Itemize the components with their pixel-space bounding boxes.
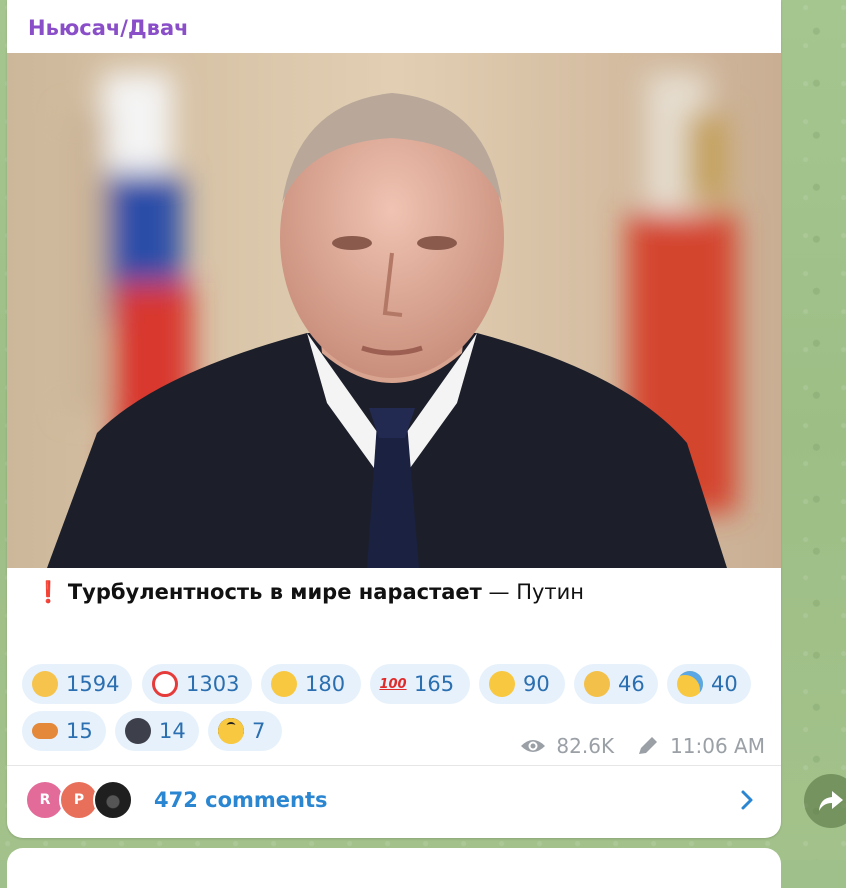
avatar-letter: R <box>39 792 51 808</box>
views-count: 82.6K <box>556 734 615 758</box>
reaction-thumbs-up[interactable]: 1594 <box>22 664 132 704</box>
reaction-crying[interactable]: 40 <box>667 664 751 704</box>
caption-headline: Турбулентность в мире нарастает <box>67 580 482 604</box>
eye-icon <box>521 740 546 752</box>
next-message-bubble <box>7 848 781 888</box>
reaction-clown[interactable]: 1303 <box>142 664 252 704</box>
reaction-count: 7 <box>252 719 266 743</box>
avatar <box>93 780 133 820</box>
avatar-letter: P <box>73 792 85 808</box>
sunglasses-face-icon <box>218 718 244 744</box>
comments-label[interactable]: 472 comments <box>154 788 328 812</box>
rofl-face-icon <box>484 666 520 702</box>
chevron-right-icon[interactable] <box>735 788 759 812</box>
reaction-new-moon[interactable]: 14 <box>115 711 199 751</box>
comments-row[interactable]: R P 472 comments <box>7 766 781 838</box>
post-time: 11:06 AM <box>670 734 765 758</box>
hot-dog-icon <box>32 723 58 739</box>
reaction-grinning[interactable]: 180 <box>261 664 361 704</box>
thumbs-up-icon <box>32 671 58 697</box>
reaction-count: 14 <box>159 719 186 743</box>
reaction-count: 90 <box>523 672 550 696</box>
reaction-count: 1594 <box>66 672 120 696</box>
reaction-count: 165 <box>414 672 455 696</box>
reaction-count: 180 <box>305 672 346 696</box>
caption-source: — Путин <box>481 580 585 604</box>
clown-face-icon <box>152 671 178 697</box>
hundred-points-icon: 100 <box>379 676 407 692</box>
message-bubble: Ньюсач/Двач ❗ Турбулентность в мире нара… <box>7 0 781 838</box>
reaction-count: 46 <box>618 672 645 696</box>
reaction-count: 15 <box>66 719 93 743</box>
share-arrow-icon <box>819 791 843 811</box>
pencil-icon <box>639 737 658 754</box>
crying-face-icon <box>677 671 703 697</box>
reaction-hundred[interactable]: 100 165 <box>370 664 470 704</box>
channel-name[interactable]: Ньюсач/Двач <box>28 16 189 40</box>
reaction-thinking[interactable]: 46 <box>574 664 658 704</box>
reaction-rofl[interactable]: 90 <box>479 664 565 704</box>
reaction-count: 40 <box>711 672 738 696</box>
reaction-count: 1303 <box>186 672 240 696</box>
new-moon-face-icon <box>125 718 151 744</box>
post-caption: ❗ Турбулентность в мире нарастает — Пути… <box>35 580 584 605</box>
thinking-face-icon <box>584 671 610 697</box>
grinning-face-icon <box>271 671 297 697</box>
exclamation-icon: ❗ <box>35 580 62 604</box>
post-photo[interactable] <box>7 53 781 568</box>
post-meta: 82.6K 11:06 AM <box>520 734 765 758</box>
reaction-sunglasses[interactable]: 7 <box>208 711 282 751</box>
reaction-hot-dog[interactable]: 15 <box>22 711 106 751</box>
photo-illustration <box>7 53 781 568</box>
